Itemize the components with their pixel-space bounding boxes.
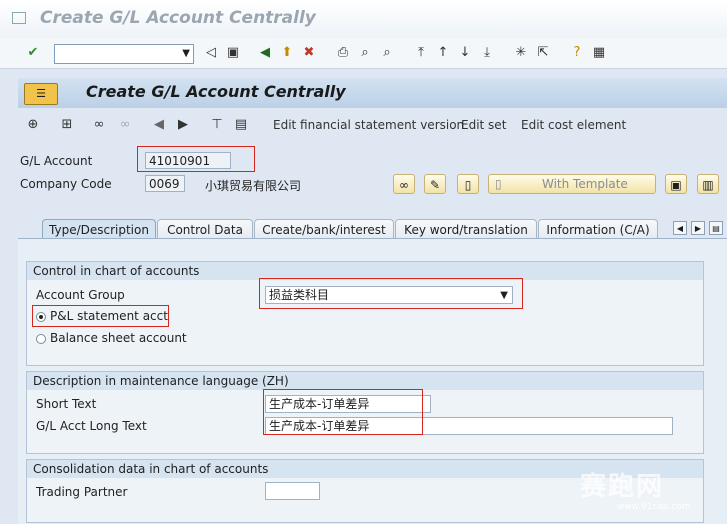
chevron-down-icon[interactable]: ▼ [182, 48, 190, 59]
edit-financial-statement-version-link[interactable]: Edit financial statement version [273, 118, 464, 132]
find-next-icon[interactable]: ⌕ [378, 44, 396, 62]
watermark-url: www.91sap.com [617, 502, 691, 512]
first-page-icon[interactable]: ⤒ [412, 44, 430, 62]
gl-account-label: G/L Account [20, 154, 93, 168]
last-page-icon[interactable]: ⤓ [478, 44, 496, 62]
standard-toolbar: ✔ ▼ ◁ ▣ ◀ ⬆ ✖ ⎙ ⌕ ⌕ ⤒ ↑ ↓ ⤓ ✳ ⇱ ? ▦ [0, 38, 727, 69]
highlight-box [259, 278, 523, 309]
other-object-icon[interactable]: ∞ [116, 116, 134, 134]
tab-information-ca[interactable]: Information (C/A) [538, 219, 658, 239]
company-name: 小琪贸易有限公司 [205, 179, 302, 193]
group-title: Description in maintenance language (ZH) [27, 372, 703, 390]
back-arrow-icon[interactable]: ◁ [202, 44, 220, 62]
edit-cost-element-link[interactable]: Edit cost element [521, 118, 626, 132]
hierarchy-icon[interactable]: ⊞ [58, 116, 76, 134]
account-group-label: Account Group [36, 288, 125, 302]
tab-scroll-right-icon[interactable]: ▶ [691, 221, 705, 235]
page-title: Create G/L Account Centrally [86, 82, 346, 101]
trading-partner-input[interactable] [265, 482, 320, 500]
print-icon[interactable]: ⎙ [334, 44, 352, 62]
shortcut-icon[interactable]: ⇱ [534, 44, 552, 62]
tab-list-icon[interactable]: ▤ [709, 221, 723, 235]
display-change-icon[interactable]: ⊕ [24, 116, 42, 134]
with-template-button[interactable]: ▯ With Template [488, 174, 656, 194]
save-icon[interactable]: ▣ [224, 44, 242, 62]
tab-type-description[interactable]: Type/Description [42, 219, 156, 239]
help-icon[interactable]: ? [568, 44, 586, 62]
window-title: Create G/L Account Centrally [40, 8, 316, 28]
glasses-button[interactable]: ∞ [393, 174, 415, 194]
find-icon[interactable]: ⌕ [356, 44, 374, 62]
lock-button[interactable]: ▣ [665, 174, 687, 194]
company-code-label: Company Code [20, 177, 112, 191]
layout-menu-icon[interactable]: ▦ [590, 44, 608, 62]
window-title-bar: Create G/L Account Centrally [0, 0, 727, 39]
balance-sheet-radio[interactable] [36, 334, 46, 344]
note-icon[interactable]: ▤ [232, 116, 250, 134]
long-text-label: G/L Acct Long Text [36, 419, 147, 433]
cancel-icon[interactable]: ✖ [300, 44, 318, 62]
tab-key-word-translation[interactable]: Key word/translation [395, 219, 537, 239]
tab-scroll-left-icon[interactable]: ◀ [673, 221, 687, 235]
application-toolbar: ⊕ ⊞ ∞ ∞ ◀ ▶ ⊤ ▤ Edit financial statement… [18, 112, 727, 138]
exit-icon[interactable]: ⬆ [278, 44, 296, 62]
edit-set-link[interactable]: Edit set [461, 118, 506, 132]
back-icon[interactable]: ◀ [256, 44, 274, 62]
next-page-icon[interactable]: ↓ [456, 44, 474, 62]
menu-button[interactable]: ☰ [24, 83, 58, 105]
tab-create-bank-interest[interactable]: Create/bank/interest [254, 219, 394, 239]
new-session-icon[interactable]: ✳ [512, 44, 530, 62]
highlight-box [263, 389, 423, 435]
enter-icon[interactable]: ✔ [24, 44, 42, 62]
glasses-icon[interactable]: ∞ [90, 116, 108, 134]
balance-sheet-label: Balance sheet account [50, 331, 187, 345]
menu-icon[interactable] [12, 12, 26, 24]
previous-page-icon[interactable]: ↑ [434, 44, 452, 62]
highlight-box [32, 305, 169, 327]
template-icon: ▯ [495, 177, 502, 191]
next-icon[interactable]: ▶ [174, 116, 192, 134]
screen-header: ☰ Create G/L Account Centrally [18, 78, 727, 108]
command-field[interactable]: ▼ [54, 44, 194, 64]
trading-partner-label: Trading Partner [36, 485, 128, 499]
edit-button[interactable]: ✎ [424, 174, 446, 194]
highlight-box [137, 146, 255, 172]
filter-icon[interactable]: ⊤ [208, 116, 226, 134]
company-code-field[interactable]: 0069 [145, 175, 185, 192]
previous-icon[interactable]: ◀ [150, 116, 168, 134]
tab-control-data[interactable]: Control Data [157, 219, 253, 239]
short-text-label: Short Text [36, 397, 97, 411]
watermark-logo: 赛跑网 [580, 472, 665, 502]
delete-button[interactable]: ▥ [697, 174, 719, 194]
create-button[interactable]: ▯ [457, 174, 479, 194]
